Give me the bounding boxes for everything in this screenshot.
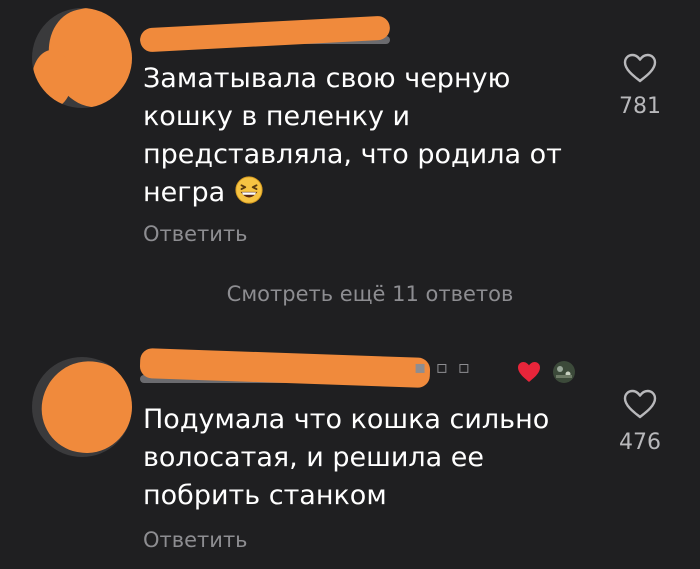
like-button[interactable]: 476 [612, 388, 668, 455]
view-more-replies-label: Смотреть ещё 11 ответов [226, 282, 514, 306]
username-redacted[interactable] [139, 12, 391, 53]
avatar[interactable] [32, 357, 132, 457]
avatar-redaction [32, 50, 72, 108]
username-ellipsis: ▪ ▫ ▫ [414, 357, 473, 378]
heart-outline-icon [623, 389, 657, 419]
like-button[interactable]: 781 [612, 52, 668, 119]
username-redaction [139, 15, 391, 53]
comment-text: Подумала что кошка сильно волосатая, и р… [143, 404, 550, 511]
comment-item: Заматывала свою черную кошку в пеленку и… [0, 0, 700, 260]
avatar-redaction [34, 357, 132, 457]
avatar[interactable] [32, 8, 132, 108]
like-count: 476 [619, 430, 661, 455]
like-count: 781 [619, 94, 661, 119]
reply-button[interactable]: Ответить [143, 528, 248, 552]
view-more-replies-button[interactable]: Смотреть ещё 11 ответов [0, 282, 700, 306]
heart-filled-icon [518, 361, 575, 383]
liked-by-author-indicator [516, 359, 580, 385]
username-redacted[interactable] [139, 347, 440, 389]
grinning-squinting-face-emoji [235, 176, 263, 204]
comment-text: Заматывала свою черную кошку в пеленку и… [143, 63, 562, 208]
comment-item: ▪ ▫ ▫ Подумала что кошка сильно волосата… [0, 335, 700, 569]
reply-button[interactable]: Ответить [143, 222, 248, 246]
heart-outline-icon [623, 53, 657, 83]
